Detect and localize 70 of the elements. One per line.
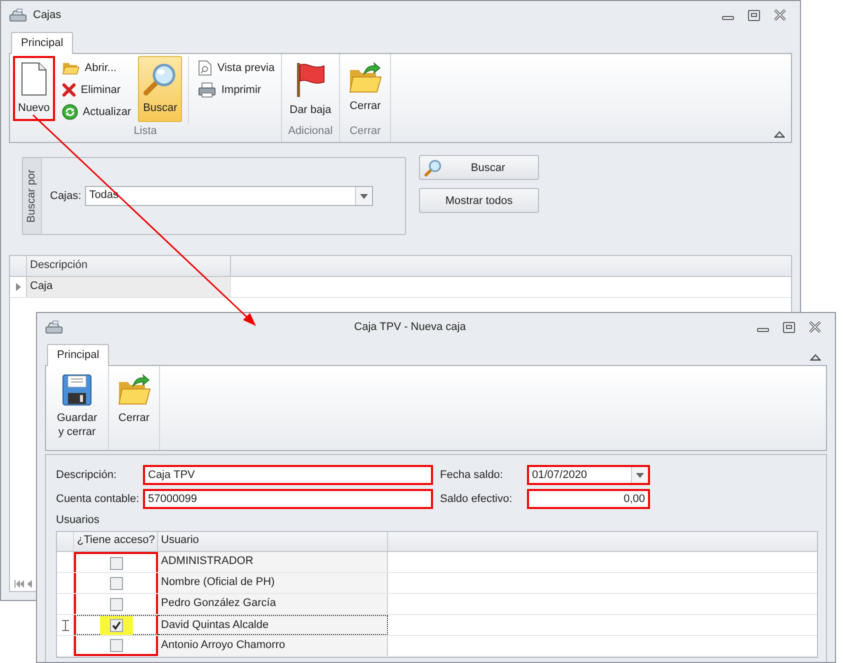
folder-arrow-icon [117, 374, 151, 406]
dropdown-arrow-icon [360, 194, 368, 198]
ribbon-button[interactable]: Guardar y cerrar [49, 368, 105, 445]
column-header[interactable]: ¿Tiene acceso? [74, 532, 158, 551]
cash-register-icon [45, 320, 63, 334]
ribbon-tab[interactable]: Principal [11, 32, 74, 54]
checkbox[interactable] [110, 576, 122, 590]
minimize-icon [757, 328, 769, 332]
checkbox[interactable] [110, 638, 122, 652]
flag-icon [294, 62, 326, 98]
input-field[interactable]: 57000099 [143, 489, 433, 509]
panel-label: Buscar por [26, 169, 38, 223]
ribbon-button[interactable]: Dar baja [284, 56, 336, 123]
search-button[interactable]: Mostrar todos [419, 188, 539, 213]
restore-icon [748, 10, 760, 20]
dialog-title: Caja TPV - Nueva caja [353, 321, 467, 333]
ribbon-button[interactable]: Buscar [138, 56, 182, 122]
first-record-icon [14, 580, 24, 588]
group-label: Cerrar [348, 125, 382, 139]
table-cell: Nombre (Oficial de PH) [158, 573, 388, 593]
table-cell: David Quintas Alcalde [158, 615, 388, 635]
field-label: Fecha saldo: [440, 468, 504, 483]
page-icon [20, 62, 47, 96]
delete-icon [62, 83, 76, 97]
column-header[interactable]: Usuario [158, 532, 388, 551]
restore-icon [783, 322, 795, 332]
collapse-icon [810, 353, 821, 361]
document-search-icon [198, 60, 212, 76]
ribbon-button[interactable]: Nuevo [13, 56, 55, 121]
table-cell: Pedro González García [158, 594, 388, 614]
dropdown-arrow-icon [636, 472, 644, 478]
ribbon-button[interactable]: Eliminar [58, 80, 134, 100]
field-label: Saldo efectivo: [440, 492, 514, 507]
printer-icon [198, 82, 216, 98]
refresh-icon [62, 104, 78, 120]
close-icon [774, 9, 786, 21]
minimize-icon [722, 16, 734, 20]
ribbon-button[interactable]: Cerrar [112, 368, 156, 431]
checkbox[interactable] [110, 598, 122, 610]
previous-page-icon [26, 580, 32, 588]
checkbox[interactable] [110, 618, 122, 632]
window-title: Cajas [33, 9, 62, 21]
ribbon-button[interactable]: Abrir... [58, 58, 134, 78]
group-label: Lista [132, 125, 158, 139]
ribbon-button[interactable]: Vista previa [195, 58, 278, 78]
ribbon-button[interactable]: Imprimir [195, 80, 278, 100]
table-cell: Caja [27, 277, 231, 297]
collapse-icon [774, 130, 785, 138]
table-cell: Antonio Arroyo Chamorro [158, 636, 388, 656]
close-icon [809, 321, 821, 333]
search-button[interactable]: Buscar [419, 155, 539, 180]
field-label: Cuenta contable: [56, 492, 140, 507]
input-field[interactable]: 0,00 [527, 489, 650, 509]
folder-icon [62, 61, 80, 75]
search-icon [424, 158, 442, 176]
table-cell: ADMINISTRADOR [158, 552, 388, 572]
ribbon-button[interactable]: Cerrar [343, 56, 388, 119]
folder-arrow-icon [348, 62, 382, 94]
field-label: Cajas: [50, 190, 82, 202]
field-label: Descripción: [56, 468, 118, 483]
input-field[interactable]: Caja TPV [143, 465, 433, 485]
combo-box[interactable]: Todas [85, 186, 374, 206]
section-label: Usuarios [56, 514, 100, 528]
search-icon [143, 62, 178, 96]
date-field[interactable]: 01/07/2020 [527, 465, 650, 485]
group-label: Adicional [287, 125, 334, 139]
checkbox[interactable] [110, 556, 122, 570]
cash-register-icon [9, 8, 27, 22]
ribbon-tab[interactable]: Principal [47, 344, 110, 366]
ribbon-button[interactable]: Actualizar [58, 102, 134, 122]
